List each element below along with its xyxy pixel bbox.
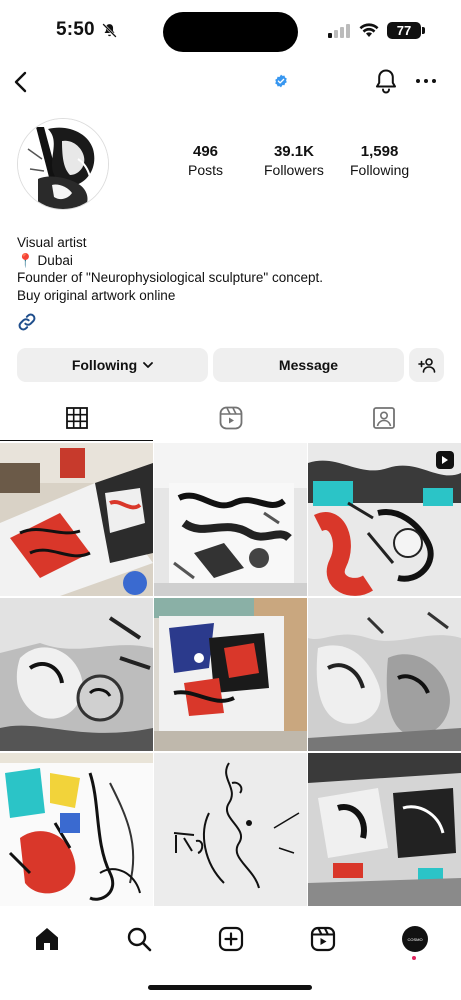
profile-nav-bar <box>0 62 461 102</box>
link-icon[interactable] <box>17 312 37 332</box>
status-time: 5:50 <box>56 19 95 40</box>
posts-label: Posts <box>188 162 224 178</box>
post-thumbnail[interactable] <box>154 598 307 751</box>
bio-line: Founder of "Neurophysiological sculpture… <box>17 270 324 285</box>
posts-stat[interactable]: 496 Posts <box>188 143 223 178</box>
create-icon <box>218 926 244 952</box>
notification-dot <box>412 956 416 960</box>
post-thumbnail[interactable] <box>308 443 461 596</box>
more-options-icon[interactable] <box>415 72 437 90</box>
post-thumbnail[interactable] <box>154 753 307 906</box>
following-count: 1,598 <box>360 143 399 160</box>
bio-line: Visual artist <box>17 235 87 250</box>
battery-cap <box>422 27 425 34</box>
profile-mini-avatar-text: COSMO <box>407 936 423 942</box>
message-button[interactable]: Message <box>213 348 404 382</box>
followers-stat[interactable]: 39.1K Followers <box>264 143 324 178</box>
back-chevron-icon[interactable] <box>10 68 32 96</box>
dynamic-island <box>163 12 298 52</box>
nav-profile[interactable]: COSMO <box>400 924 430 954</box>
bell-slash-icon <box>102 23 117 38</box>
signal-icon <box>328 24 350 38</box>
reels-icon <box>310 926 336 952</box>
tab-tagged[interactable] <box>307 395 460 441</box>
post-thumbnail[interactable] <box>154 443 307 596</box>
nav-reels[interactable] <box>308 924 338 954</box>
suggest-users-button[interactable] <box>409 348 444 382</box>
add-user-icon <box>417 358 435 373</box>
status-bar: 5:50 77 <box>0 0 461 62</box>
profile-mini-avatar: COSMO <box>402 926 428 952</box>
content-tabs <box>0 395 461 441</box>
followers-count: 39.1K <box>273 143 314 160</box>
nav-search[interactable] <box>124 924 154 954</box>
home-indicator <box>148 985 312 990</box>
home-icon <box>36 928 58 950</box>
following-button[interactable]: Following <box>17 348 208 382</box>
battery-indicator: 77 <box>387 22 421 39</box>
post-thumbnail[interactable] <box>0 753 153 906</box>
bio-location: 📍 Dubai <box>17 252 73 268</box>
followers-label: Followers <box>264 162 324 178</box>
post-thumbnail[interactable] <box>308 753 461 906</box>
grid-icon <box>65 406 88 429</box>
post-thumbnail[interactable] <box>0 443 153 596</box>
tab-posts-grid[interactable] <box>0 395 153 441</box>
posts-count: 496 <box>192 143 219 160</box>
following-label: Following <box>350 162 410 178</box>
post-thumbnail[interactable] <box>0 598 153 751</box>
tagged-icon <box>372 407 395 429</box>
message-button-label: Message <box>278 357 339 373</box>
verified-badge-icon <box>275 74 287 88</box>
nav-create[interactable] <box>216 924 246 954</box>
wifi-icon <box>359 23 379 37</box>
following-button-label: Following <box>71 357 138 373</box>
posts-grid <box>0 443 461 908</box>
tab-reels[interactable] <box>154 395 307 441</box>
following-stat[interactable]: 1,598 Following <box>350 143 409 178</box>
nav-home[interactable] <box>32 924 62 954</box>
search-icon <box>127 927 152 952</box>
notification-bell-icon[interactable] <box>373 67 399 95</box>
profile-avatar[interactable] <box>17 118 109 210</box>
chevron-down-icon <box>143 362 154 368</box>
profile-bio: Visual artist 📍 Dubai Founder of "Neurop… <box>17 234 323 304</box>
reels-icon <box>219 406 242 430</box>
post-thumbnail[interactable] <box>308 598 461 751</box>
bio-line: Buy original artwork online <box>17 287 176 303</box>
